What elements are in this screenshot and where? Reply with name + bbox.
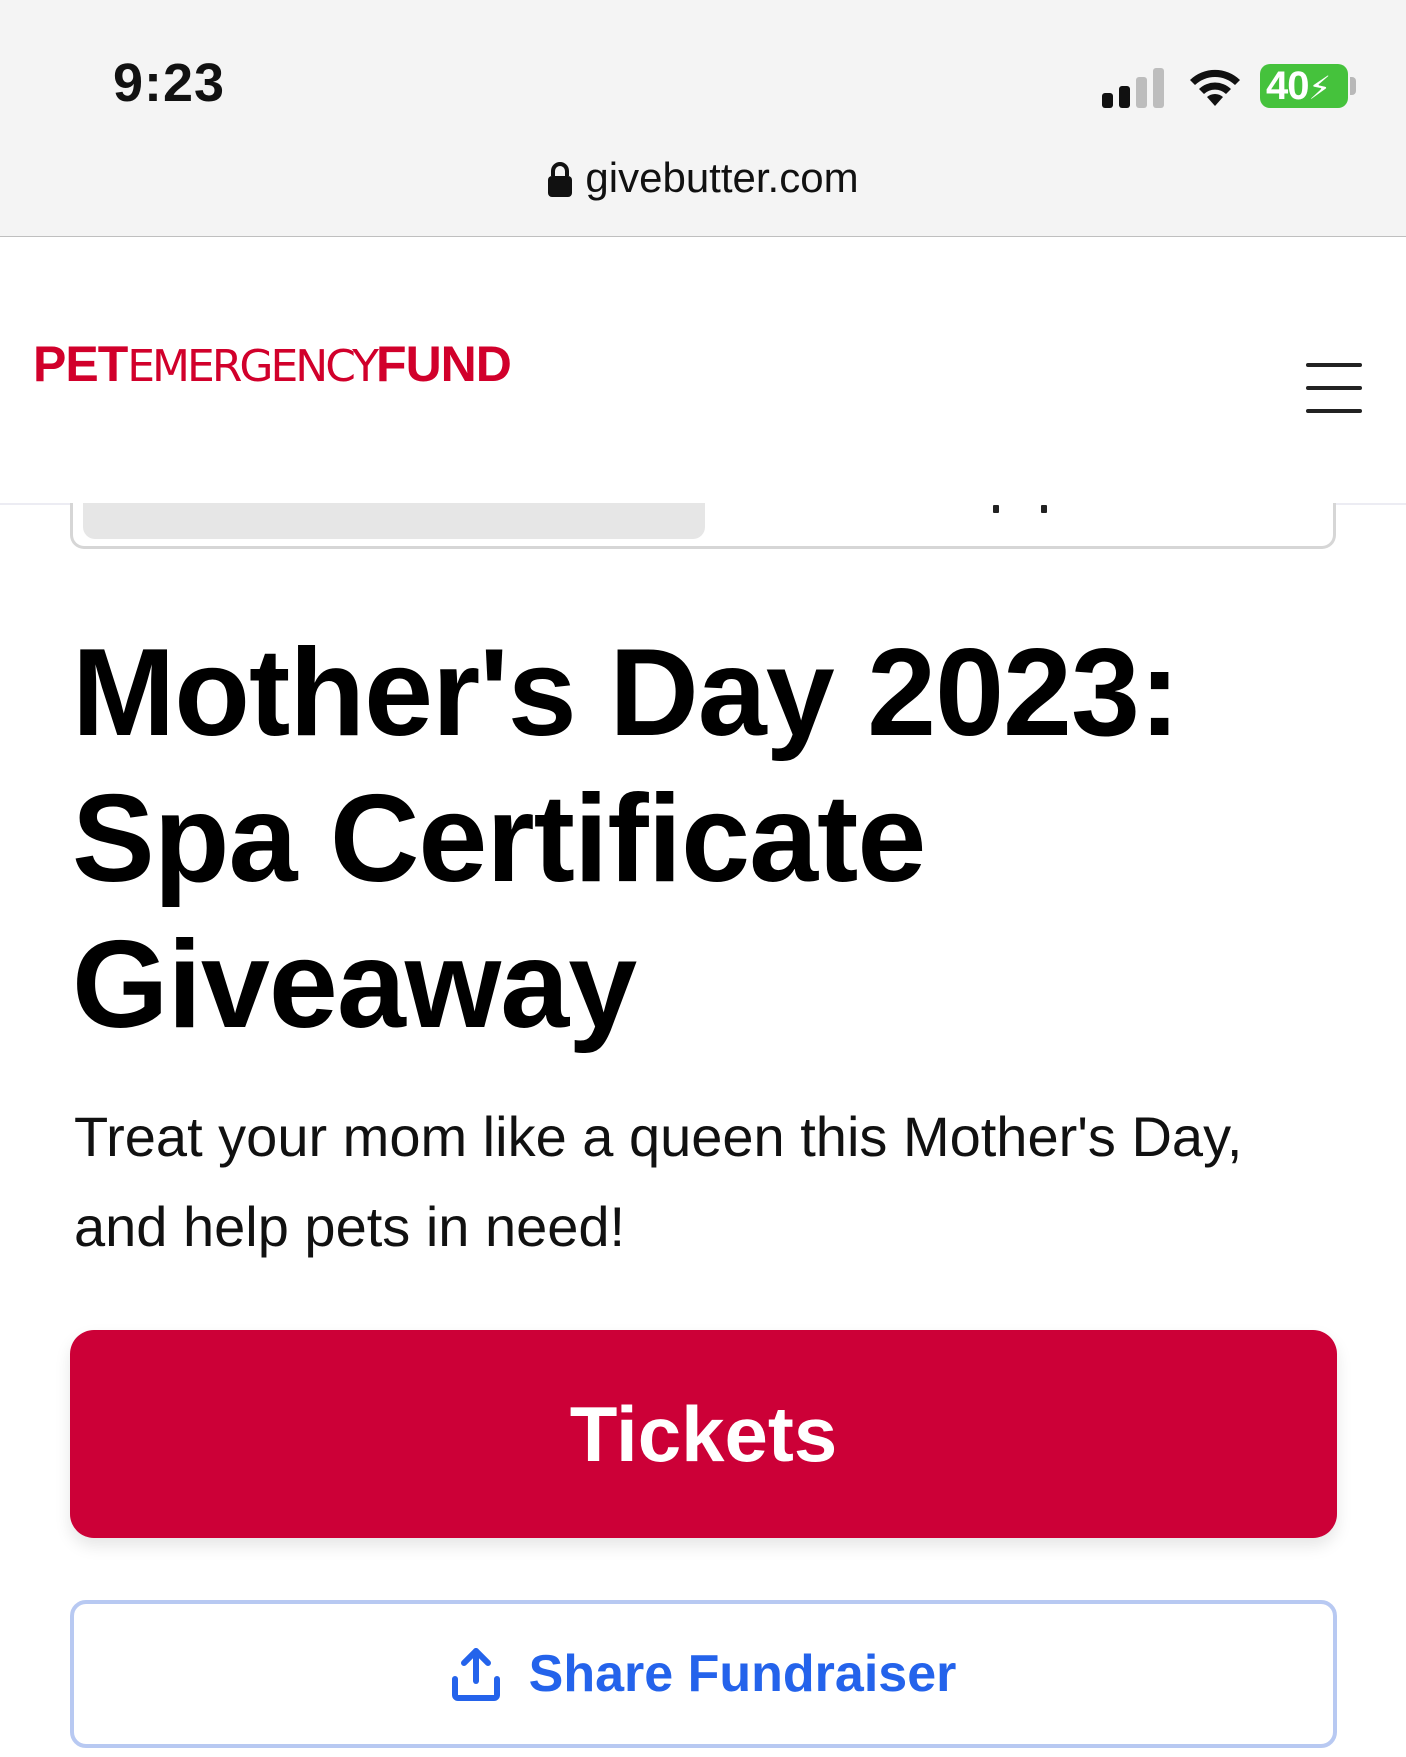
cut-off-glyphs [993,505,1049,515]
lock-icon [548,162,573,197]
tickets-button[interactable]: Tickets [70,1330,1337,1538]
hamburger-menu-icon[interactable] [1306,363,1362,413]
share-upload-icon [451,1648,500,1701]
browser-chrome: 9:23 40⚡ givebutter.com [0,0,1406,237]
logo-part-emergency: EMERGENCY [127,341,379,392]
page-title: Mother's Day 2023: Spa Certificate Givea… [72,624,1180,1054]
battery-tip [1350,77,1356,95]
logo-part-pet: PET [33,336,128,392]
page-subtitle: Treat your mom like a queen this Mother'… [74,1105,1243,1258]
cellular-signal-icon [1102,66,1168,108]
scrolled-card [70,503,1336,549]
logo-part-fund: FUND [376,336,512,392]
status-time: 9:23 [113,53,226,113]
progress-track [83,503,705,539]
url-text: givebutter.com [585,154,859,201]
page: 9:23 40⚡ givebutter.com PETEMERGENCYFUND [0,0,1406,1757]
battery-level: 40 [1266,64,1309,108]
tickets-button-label: Tickets [569,1389,838,1478]
wifi-icon [1190,69,1240,106]
share-fundraiser-button[interactable]: Share Fundraiser [70,1600,1337,1748]
share-button-label: Share Fundraiser [528,1645,957,1703]
battery-icon: 40⚡ [1260,64,1348,108]
address-bar[interactable]: givebutter.com [0,148,1406,208]
site-header: PETEMERGENCYFUND [0,237,1406,505]
site-logo[interactable]: PETEMERGENCYFUND [33,335,512,393]
